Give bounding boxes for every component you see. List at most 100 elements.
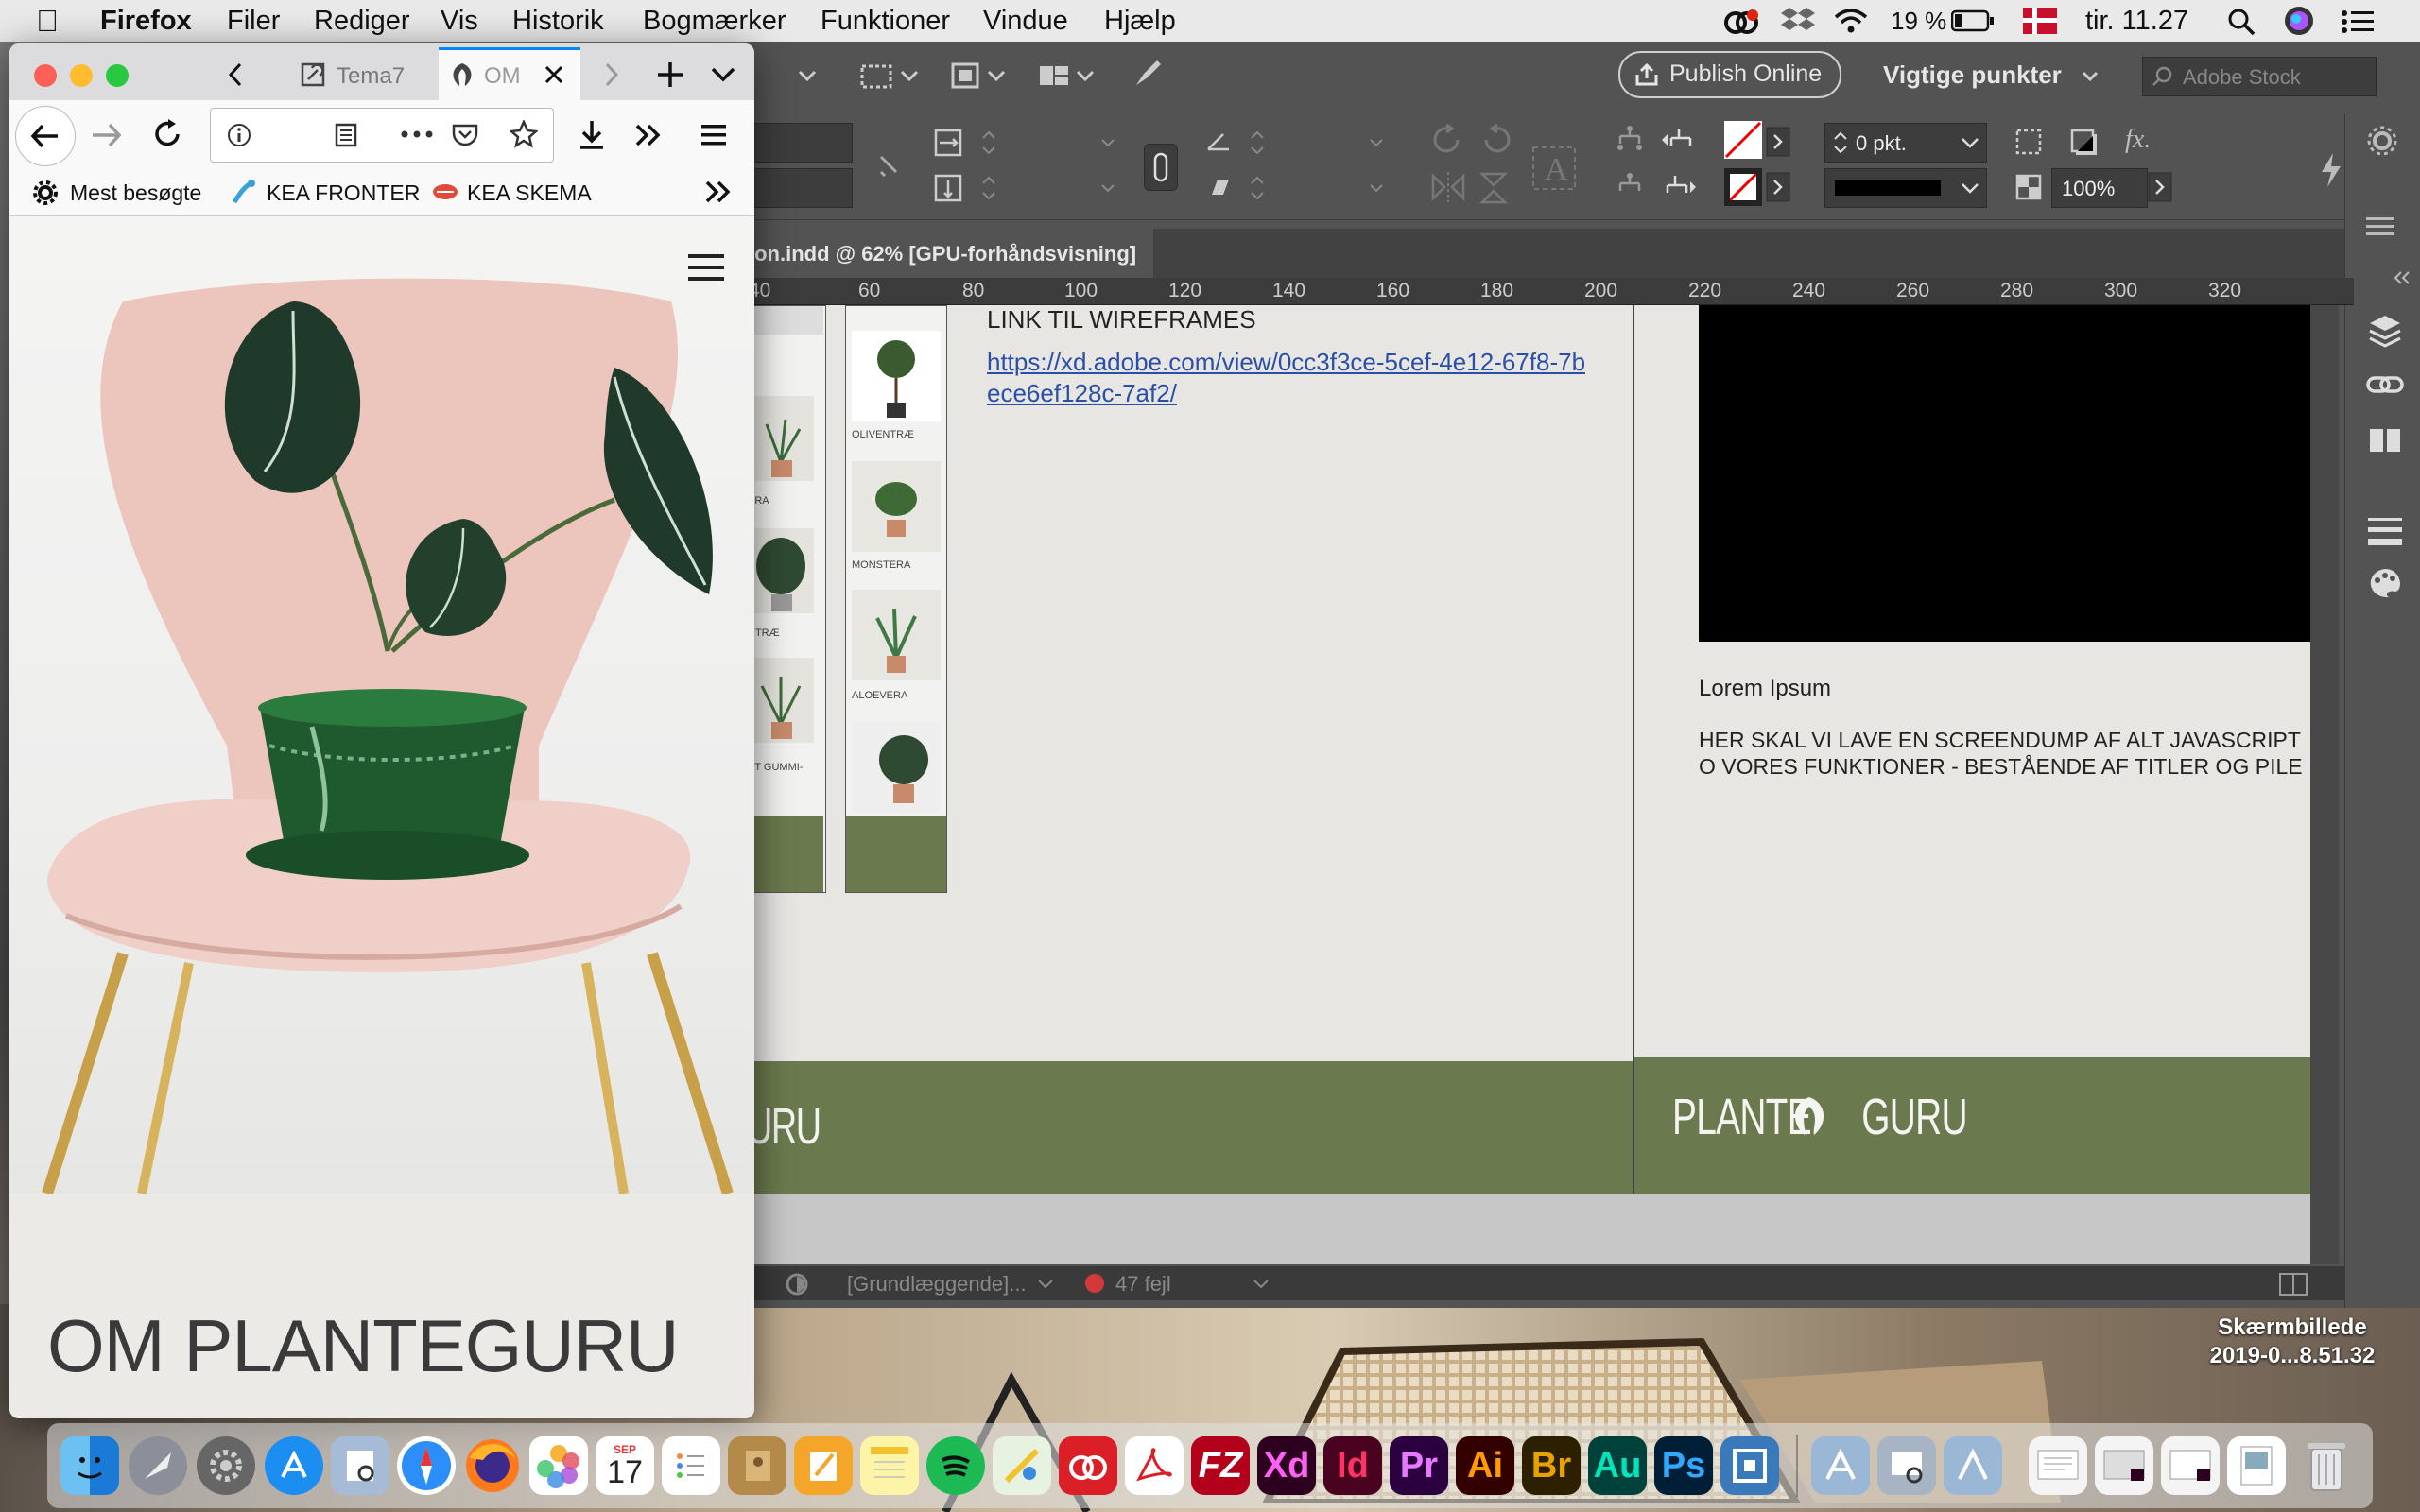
overflow-chevrons-icon[interactable] bbox=[633, 123, 664, 147]
adobe-stock-search[interactable]: Adobe Stock bbox=[2142, 57, 2377, 96]
chevron-down-icon[interactable] bbox=[1036, 1276, 1055, 1293]
chevron-down-icon[interactable] bbox=[985, 64, 1008, 87]
battery-icon[interactable] bbox=[1951, 9, 1995, 32]
preview-document-icon[interactable] bbox=[1877, 1436, 1936, 1495]
wifi-icon[interactable] bbox=[1832, 6, 1870, 36]
creative-cloud-icon[interactable] bbox=[1059, 1436, 1117, 1495]
menu-item[interactable]: Rediger bbox=[314, 0, 410, 42]
system-preferences-icon[interactable] bbox=[197, 1436, 255, 1495]
preflight-errors[interactable]: 47 fejl bbox=[1115, 1272, 1171, 1297]
chevron-down-icon[interactable] bbox=[1960, 179, 1980, 198]
dropbox-icon[interactable] bbox=[1781, 6, 1815, 36]
applications-folder-icon[interactable] bbox=[1811, 1436, 1870, 1495]
panel-menu-icon[interactable] bbox=[2366, 215, 2398, 238]
downloads-folder-icon[interactable] bbox=[1944, 1436, 2002, 1495]
opacity-menu-chevron-icon[interactable] bbox=[2148, 172, 2172, 202]
apple-icon[interactable]:  bbox=[36, 0, 59, 42]
rotation-field[interactable] bbox=[1242, 125, 1393, 161]
more-bookmarks-chevrons-icon[interactable] bbox=[703, 180, 734, 204]
preflight-profile-dropdown[interactable]: [Grundlæggende]... bbox=[847, 1272, 1027, 1297]
bookmark-star-icon[interactable] bbox=[510, 120, 538, 148]
new-tab-plus-icon[interactable] bbox=[654, 59, 686, 91]
panel-collapse-bar[interactable] bbox=[2345, 265, 2420, 293]
tab-om-active[interactable]: OM bbox=[439, 47, 580, 100]
notification-center-icon[interactable] bbox=[2341, 9, 2375, 34]
tab-tema7[interactable]: Tema7 bbox=[289, 49, 431, 100]
trash-icon[interactable] bbox=[2297, 1436, 2356, 1495]
hamburger-menu-icon[interactable] bbox=[688, 252, 726, 284]
stroke-menu-chevron-icon[interactable] bbox=[1766, 172, 1790, 202]
select-content-icon[interactable] bbox=[1613, 170, 1647, 204]
adobe-premiere-icon[interactable]: Pr bbox=[1390, 1436, 1448, 1495]
zoom-window-button[interactable] bbox=[106, 64, 129, 87]
spotlight-search-icon[interactable] bbox=[2227, 8, 2256, 36]
view-options-icon[interactable] bbox=[858, 59, 896, 93]
scale-y-field[interactable] bbox=[974, 170, 1125, 206]
document-tab[interactable]: ion.indd @ 62% [GPU-forhåndsvisning] bbox=[747, 229, 1153, 278]
menu-item[interactable]: Hjælp bbox=[1104, 0, 1176, 42]
menu-item[interactable]: Vindue bbox=[983, 0, 1068, 42]
close-tab-icon[interactable] bbox=[541, 61, 567, 88]
adobe-illustrator-icon[interactable]: Ai bbox=[1456, 1436, 1514, 1495]
scroll-tabs-left-icon[interactable] bbox=[223, 60, 248, 89]
wireframes-link[interactable]: https://xd.adobe.com/view/0cc3f3ce-5cef-… bbox=[987, 347, 1592, 409]
filezilla-icon[interactable]: FZ bbox=[1191, 1436, 1250, 1495]
back-button[interactable] bbox=[15, 106, 76, 166]
effects-icon[interactable]: fx. bbox=[2125, 125, 2151, 155]
adobe-audition-icon[interactable]: Au bbox=[1588, 1436, 1647, 1495]
stroke-type-dropdown[interactable] bbox=[1824, 168, 1987, 208]
creative-cloud-icon[interactable] bbox=[1722, 6, 1760, 36]
downloads-icon[interactable] bbox=[577, 119, 607, 151]
list-all-tabs-icon[interactable] bbox=[709, 62, 737, 87]
adobe-xd-icon[interactable]: Xd bbox=[1257, 1436, 1316, 1495]
url-bar[interactable] bbox=[210, 108, 554, 163]
drop-shadow-icon[interactable] bbox=[2068, 127, 2100, 159]
scale-x-field[interactable] bbox=[974, 125, 1125, 161]
reader-view-icon[interactable] bbox=[334, 122, 358, 148]
stroke-panel-icon[interactable] bbox=[2366, 510, 2404, 548]
text-frame-icon[interactable]: A bbox=[1531, 138, 1579, 195]
danish-flag-icon[interactable] bbox=[2023, 8, 2057, 34]
select-previous-icon[interactable] bbox=[1660, 123, 1698, 157]
scale-y-icon[interactable] bbox=[932, 172, 964, 204]
screen-mode-icon[interactable] bbox=[947, 59, 985, 93]
rotate-cw-icon[interactable] bbox=[1429, 123, 1467, 157]
calendar-icon[interactable]: SEP 17 bbox=[596, 1436, 654, 1495]
reminders-icon[interactable] bbox=[662, 1436, 720, 1495]
recent-document-icon[interactable] bbox=[2029, 1436, 2087, 1495]
safari-icon[interactable] bbox=[397, 1436, 456, 1495]
pocket-icon[interactable] bbox=[451, 122, 479, 148]
select-container-icon[interactable] bbox=[1613, 123, 1647, 157]
preview-icon[interactable] bbox=[331, 1436, 389, 1495]
opacity-icon[interactable] bbox=[2014, 172, 2046, 204]
photos-icon[interactable] bbox=[529, 1436, 588, 1495]
adobe-photoshop-icon[interactable]: Ps bbox=[1654, 1436, 1713, 1495]
pages-icon[interactable] bbox=[794, 1436, 853, 1495]
forward-arrow-icon[interactable] bbox=[89, 121, 127, 149]
flip-vertical-icon[interactable] bbox=[1477, 170, 1514, 204]
spotify-icon[interactable] bbox=[926, 1436, 985, 1495]
quick-apply-icon[interactable] bbox=[2316, 151, 2344, 189]
scale-x-icon[interactable] bbox=[932, 127, 964, 159]
chevron-down-icon[interactable] bbox=[1960, 133, 1980, 152]
menu-item[interactable]: Vis bbox=[441, 0, 478, 42]
opacity-field[interactable]: 100% bbox=[2051, 168, 2148, 208]
fill-menu-chevron-icon[interactable] bbox=[1766, 127, 1790, 157]
split-layout-icon[interactable] bbox=[2278, 1272, 2310, 1297]
flip-horizontal-icon[interactable] bbox=[1429, 170, 1467, 204]
preflight-profile-icon[interactable] bbox=[785, 1272, 809, 1297]
minimize-window-button[interactable] bbox=[70, 64, 93, 87]
menu-item[interactable]: Funktioner bbox=[821, 0, 950, 42]
x-position-field[interactable] bbox=[747, 123, 853, 163]
page-left[interactable]: ERA NTRÆ ET GUMMI- OLIVENTRÆ MONSTERA AL… bbox=[747, 305, 1633, 1194]
maps-icon[interactable] bbox=[993, 1436, 1051, 1495]
firefox-icon[interactable] bbox=[463, 1436, 522, 1495]
close-window-button[interactable] bbox=[34, 64, 57, 87]
rotate-ccw-icon[interactable] bbox=[1477, 123, 1514, 157]
siri-icon[interactable] bbox=[2284, 6, 2314, 36]
app-store-icon[interactable] bbox=[265, 1436, 323, 1495]
acrobat-icon[interactable] bbox=[1125, 1436, 1184, 1495]
desktop-file-label[interactable]: Skærmbillede 2019-0...8.51.32 bbox=[2174, 1314, 2411, 1370]
adobe-bridge-icon[interactable]: Br bbox=[1522, 1436, 1581, 1495]
links-icon[interactable] bbox=[2366, 367, 2404, 404]
